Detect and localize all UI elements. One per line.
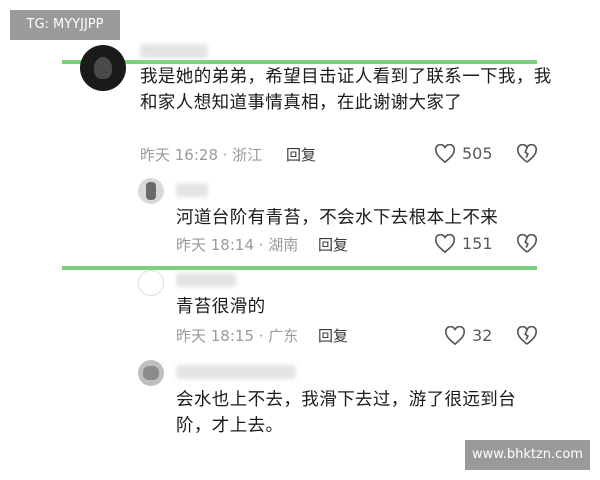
comment-text: 会水也上不去，我滑下去过，游了很远到台阶，才上去。: [176, 390, 517, 436]
avatar[interactable]: [80, 45, 126, 91]
broken-heart-icon[interactable]: [516, 233, 538, 258]
like-button[interactable]: 32: [444, 326, 492, 346]
username-blurred: [176, 183, 208, 197]
username-blurred: [176, 365, 296, 379]
avatar[interactable]: [138, 178, 164, 204]
avatar[interactable]: [138, 270, 164, 296]
reply-button[interactable]: 回复: [286, 145, 316, 165]
avatar[interactable]: [138, 360, 164, 386]
comment-meta: 昨天 18:15 · 广东: [176, 327, 299, 345]
heart-outline-icon: [444, 326, 466, 346]
like-count: 32: [472, 326, 493, 345]
broken-heart-icon[interactable]: [516, 143, 538, 168]
reply-button[interactable]: 回复: [318, 326, 348, 346]
like-count: 151: [462, 234, 493, 253]
comment-meta: 昨天 18:14 · 湖南: [176, 236, 299, 254]
username-blurred: [176, 273, 236, 287]
watermark-tag: TG: MYYJJPP: [10, 10, 120, 40]
comment-meta: 昨天 16:28 · 浙江: [140, 146, 263, 164]
comment-text: 我是她的弟弟，希望目击证人看到了联系一下我，我和家人想知道事情真相，在此谢谢大家…: [140, 67, 552, 113]
broken-heart-icon[interactable]: [516, 325, 538, 350]
reply-button[interactable]: 回复: [318, 235, 348, 255]
comment-text: 青苔很滑的: [176, 297, 266, 317]
heart-outline-icon: [434, 234, 456, 254]
comment-text: 河道台阶有青苔，不会水下去根本上不来: [176, 208, 499, 228]
heart-outline-icon: [434, 144, 456, 164]
like-button[interactable]: 151: [434, 234, 493, 254]
like-count: 505: [462, 144, 493, 163]
watermark-site: www.bhktzn.com: [465, 440, 590, 470]
like-button[interactable]: 505: [434, 144, 493, 164]
username-blurred: [140, 44, 208, 58]
highlight-line-middle: [62, 266, 537, 270]
